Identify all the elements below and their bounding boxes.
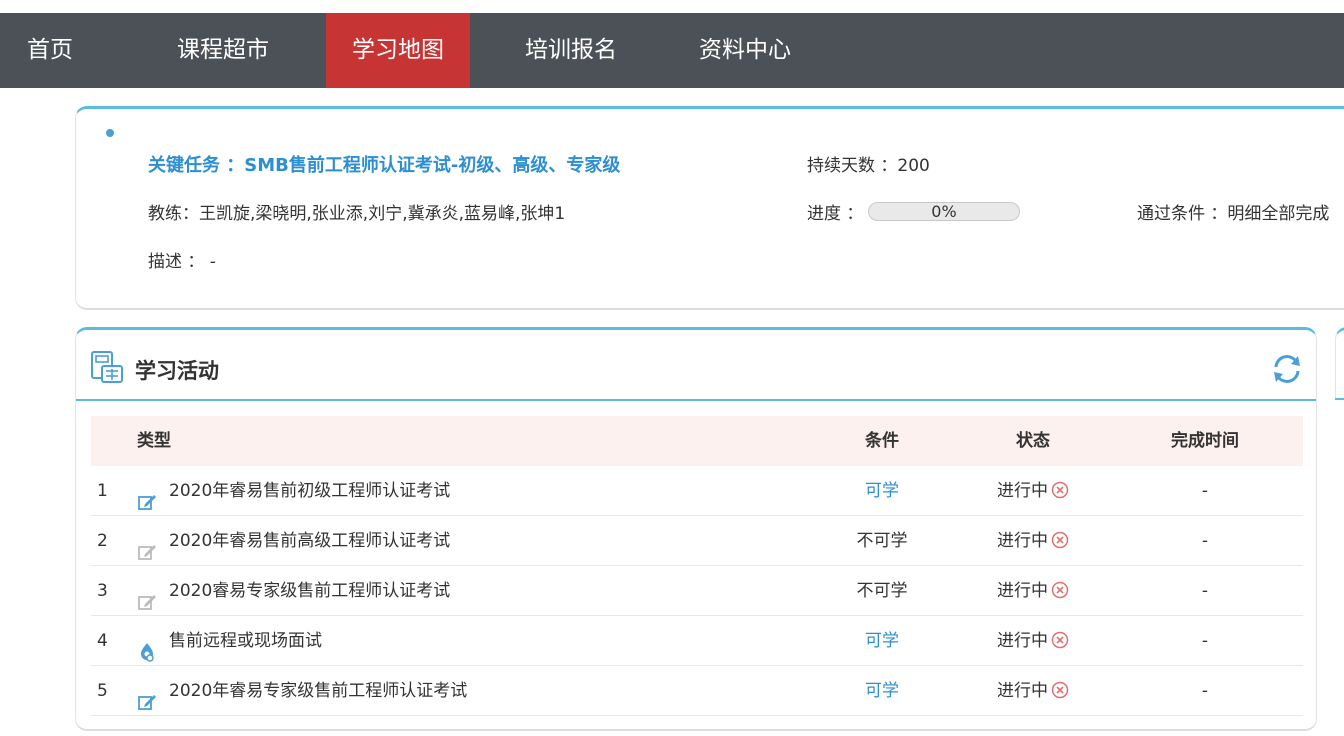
row-number: 4 xyxy=(97,631,108,651)
table-header-row: 类型 条件 状态 完成时间 xyxy=(91,416,1303,466)
status-text: 进行中 xyxy=(997,581,1048,601)
task-coach: 教练：王凯旋,梁晓明,张业添,刘宁,冀承炎,蓝易峰,张坤1 xyxy=(148,204,566,224)
table-row: 1 2020年睿易售前初级工程师认证考试 可学 进行中 - xyxy=(91,466,1303,516)
panel-header: 学习活动 xyxy=(76,330,1316,401)
nav-item-course-market[interactable]: 课程超市 xyxy=(150,13,296,88)
row-number: 2 xyxy=(97,531,108,551)
edit-icon xyxy=(137,582,157,610)
activity-condition[interactable]: 可学 xyxy=(811,666,953,716)
edit-icon xyxy=(137,682,157,710)
row-number: 3 xyxy=(97,581,108,601)
activity-condition[interactable]: 可学 xyxy=(811,616,953,666)
key-task-card: 关键任务 ：SMB售前工程师认证考试-初级、高级、专家级 教练：王凯旋,梁晓明,… xyxy=(75,106,1344,310)
column-header-status: 状态 xyxy=(1016,431,1050,451)
activity-status: 进行中 xyxy=(971,566,1095,616)
activity-name[interactable]: 2020年睿易售前高级工程师认证考试 xyxy=(169,516,450,566)
row-number: 1 xyxy=(97,481,108,501)
cancel-status-icon[interactable] xyxy=(1051,481,1069,499)
activity-completed-time: - xyxy=(1201,581,1209,601)
table-row: 4 售前远程或现场面试 可学 进行中 - xyxy=(91,616,1303,666)
task-duration: 持续天数 ：200 xyxy=(807,156,930,176)
refresh-icon[interactable] xyxy=(1270,352,1304,386)
learning-activities-panel: 学习活动 类型 条件 状态 完成时间 1 2020年睿易售前初级工程师认证考试 可学… xyxy=(75,327,1317,731)
nav-item-training-signup[interactable]: 培训报名 xyxy=(500,13,642,88)
status-text: 进行中 xyxy=(997,631,1048,651)
activity-status: 进行中 xyxy=(971,616,1095,666)
activity-name[interactable]: 售前远程或现场面试 xyxy=(169,616,322,666)
activity-status: 进行中 xyxy=(971,516,1095,566)
table-row: 2 2020年睿易售前高级工程师认证考试 不可学 进行中 - xyxy=(91,516,1303,566)
activity-completed-time: - xyxy=(1201,481,1209,501)
calculator-icon xyxy=(91,351,123,383)
activity-condition: 不可学 xyxy=(856,581,908,601)
top-nav: 首页 课程超市 学习地图 培训报名 资料中心 xyxy=(0,13,1344,88)
task-description: 描述 ： - xyxy=(148,252,216,272)
activity-completed-time: - xyxy=(1201,631,1209,651)
nav-item-learning-map[interactable]: 学习地图 xyxy=(326,13,470,88)
status-text: 进行中 xyxy=(997,531,1048,551)
status-text: 进行中 xyxy=(997,681,1048,701)
column-header-condition: 条件 xyxy=(865,431,899,451)
activity-condition: 不可学 xyxy=(856,531,908,551)
progress-text: 0% xyxy=(931,202,957,221)
activity-status: 进行中 xyxy=(971,666,1095,716)
nav-item-resource-center[interactable]: 资料中心 xyxy=(672,13,818,88)
bullet-dot xyxy=(106,129,114,137)
activity-completed-time: - xyxy=(1201,681,1209,701)
cancel-status-icon[interactable] xyxy=(1051,631,1069,649)
activity-name[interactable]: 2020睿易专家级售前工程师认证考试 xyxy=(169,566,450,616)
activity-completed-time: - xyxy=(1201,531,1209,551)
status-text: 进行中 xyxy=(997,481,1048,501)
table-row: 5 2020年睿易专家级售前工程师认证考试 可学 进行中 - xyxy=(91,666,1303,716)
cancel-status-icon[interactable] xyxy=(1051,531,1069,549)
nav-item-home[interactable]: 首页 xyxy=(0,13,100,88)
edit-icon xyxy=(137,532,157,560)
pass-condition: 通过条件 ：明细全部完成 xyxy=(1137,204,1330,224)
activity-name[interactable]: 2020年睿易专家级售前工程师认证考试 xyxy=(169,666,467,716)
column-header-type: 类型 xyxy=(137,431,171,451)
edit-icon xyxy=(137,482,157,510)
interview-icon xyxy=(137,632,157,662)
cancel-status-icon[interactable] xyxy=(1051,681,1069,699)
side-panel-edge xyxy=(1335,327,1344,399)
activity-condition[interactable]: 可学 xyxy=(811,466,953,516)
cancel-status-icon[interactable] xyxy=(1051,581,1069,599)
task-title: 关键任务 ：SMB售前工程师认证考试-初级、高级、专家级 xyxy=(148,155,621,176)
activity-name[interactable]: 2020年睿易售前初级工程师认证考试 xyxy=(169,466,450,516)
table-row: 3 2020睿易专家级售前工程师认证考试 不可学 进行中 - xyxy=(91,566,1303,616)
panel-title: 学习活动 xyxy=(135,359,219,383)
side-panel-underline xyxy=(1335,398,1344,400)
progress-bar: 0% xyxy=(868,202,1020,221)
row-number: 5 xyxy=(97,681,108,701)
progress-label: 进度 ： xyxy=(807,204,864,224)
column-header-completed-time: 完成时间 xyxy=(1171,431,1239,451)
activity-status: 进行中 xyxy=(971,466,1095,516)
